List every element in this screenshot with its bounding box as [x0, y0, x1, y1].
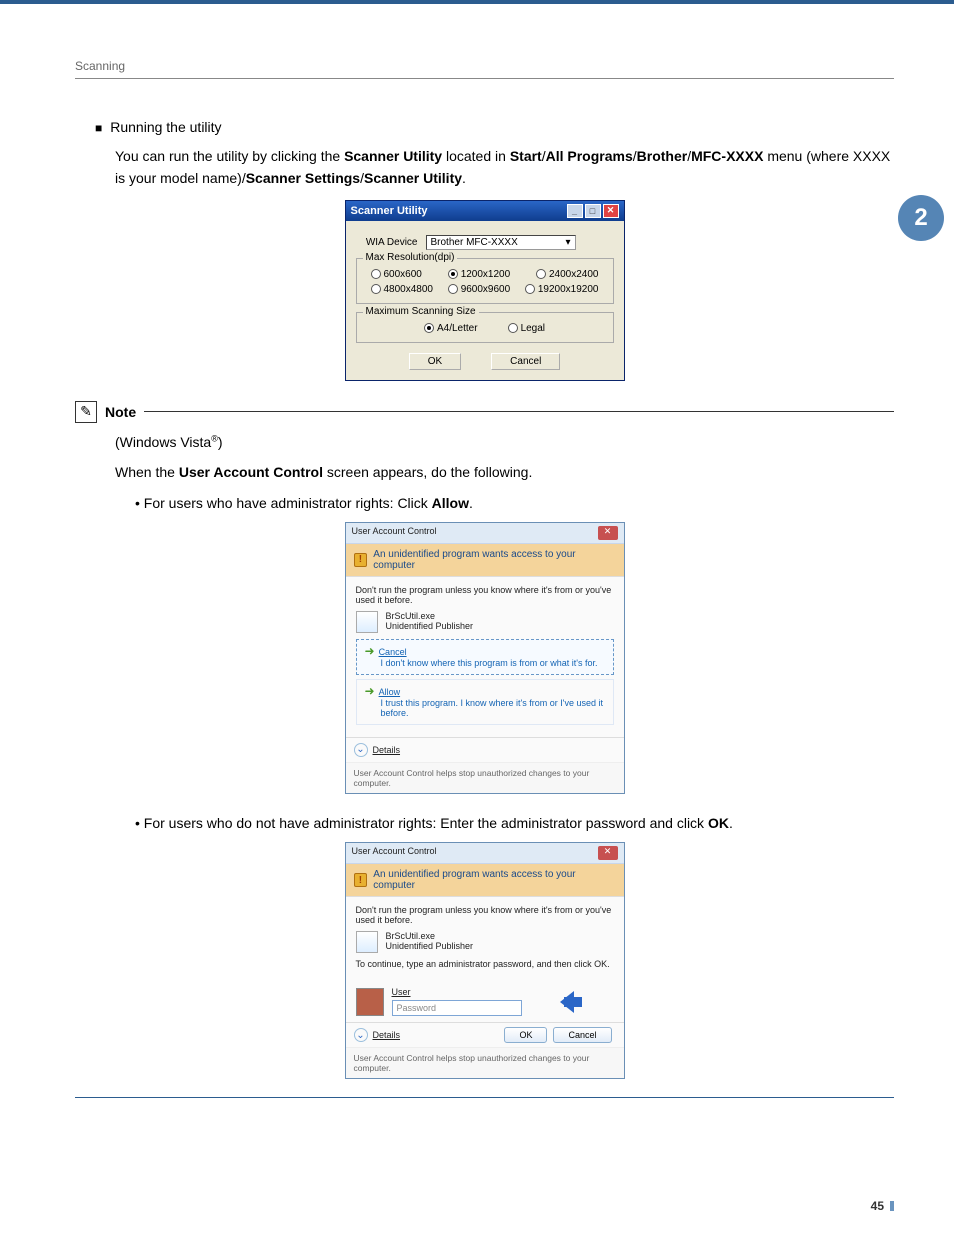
password-field[interactable]: Password: [392, 1000, 522, 1016]
note-vista: (Windows Vista®): [115, 431, 894, 453]
uac-details[interactable]: ⌄ Details: [346, 737, 624, 762]
chevron-down-icon: ⌄: [354, 743, 368, 757]
note-bullet-nonadmin: For users who do not have administrator …: [135, 812, 894, 834]
page-number-bar: [890, 1201, 894, 1211]
close-icon[interactable]: ✕: [598, 526, 618, 540]
uac-titlebar[interactable]: User Account Control ✕: [346, 843, 624, 864]
section-heading: Running the utility: [95, 119, 894, 135]
user-label: User: [392, 987, 522, 997]
ok-button[interactable]: OK: [409, 353, 461, 370]
content: Scanning Running the utility You can run…: [0, 4, 954, 1098]
note-bullet-admin: For users who have administrator rights:…: [135, 492, 894, 514]
arrow-icon: ➜: [365, 684, 375, 698]
avatar-icon: [356, 988, 384, 1016]
square-bullet: [95, 119, 110, 135]
uac-titlebar[interactable]: User Account Control ✕: [346, 523, 624, 544]
note-body: (Windows Vista®) When the User Account C…: [75, 431, 894, 1080]
resolution-group-title: Max Resolution(dpi): [363, 252, 458, 263]
radio-1200[interactable]: 1200x1200: [448, 269, 511, 280]
note-icon: ✎: [75, 401, 97, 423]
section-title: Running the utility: [110, 119, 221, 135]
close-icon[interactable]: ✕: [598, 846, 618, 860]
header-rule: [75, 78, 894, 79]
radio-2400[interactable]: 2400x2400: [536, 269, 599, 280]
page-number: 45: [871, 1199, 884, 1213]
note-rule: [144, 411, 894, 412]
chapter-tab: 2: [898, 195, 944, 241]
uac-allow-action[interactable]: ➜Allow I trust this program. I know wher…: [356, 679, 614, 725]
radio-legal[interactable]: Legal: [508, 323, 545, 334]
cancel-button[interactable]: Cancel: [553, 1027, 611, 1043]
shield-icon: !: [354, 873, 368, 887]
dialog-title: Scanner Utility: [351, 205, 428, 217]
uac-footer-text: User Account Control helps stop unauthor…: [346, 762, 624, 793]
uac-user-row: User Password: [356, 987, 614, 1016]
uac-dialog-password: User Account Control ✕ ! An unidentified…: [345, 842, 625, 1079]
uac-details[interactable]: ⌄ Details: [354, 1028, 401, 1042]
radio-4800[interactable]: 4800x4800: [371, 284, 434, 295]
radio-a4[interactable]: A4/Letter: [424, 323, 478, 334]
uac-cancel-action[interactable]: ➜Cancel I don't know where this program …: [356, 639, 614, 675]
chevron-down-icon: ⌄: [354, 1028, 368, 1042]
radio-600[interactable]: 600x600: [371, 269, 422, 280]
device-select[interactable]: Brother MFC-XXXX ▾: [426, 235, 576, 250]
uac-program: BrScUtil.exe Unidentified Publisher: [356, 611, 614, 633]
program-icon: [356, 611, 378, 633]
intro-paragraph: You can run the utility by clicking the …: [115, 145, 894, 190]
header-small: Scanning: [75, 59, 894, 73]
close-icon[interactable]: ✕: [603, 204, 619, 218]
uac-warning: Don't run the program unless you know wh…: [356, 585, 614, 605]
scanner-utility-dialog: Scanner Utility _ □ ✕ WIA Device Brother…: [345, 200, 625, 381]
ok-button[interactable]: OK: [504, 1027, 547, 1043]
size-group: Maximum Scanning Size A4/Letter Legal: [356, 312, 614, 343]
size-group-title: Maximum Scanning Size: [363, 306, 479, 317]
uac-banner: ! An unidentified program wants access t…: [346, 544, 624, 577]
shield-icon: !: [354, 553, 368, 567]
dialog-body: WIA Device Brother MFC-XXXX ▾ Max Resolu…: [346, 221, 624, 380]
uac-footer-text: User Account Control helps stop unauthor…: [346, 1047, 624, 1078]
program-icon: [356, 931, 378, 953]
note-title: Note: [105, 404, 136, 420]
note-uac-line: When the User Account Control screen app…: [115, 461, 894, 483]
uac-program: BrScUtil.exe Unidentified Publisher: [356, 931, 614, 953]
arrow-icon: ➜: [365, 644, 375, 658]
resolution-group: Max Resolution(dpi) 600x600 1200x1200 24…: [356, 258, 614, 304]
maximize-icon[interactable]: □: [585, 204, 601, 218]
uac-dialog-admin: User Account Control ✕ ! An unidentified…: [345, 522, 625, 794]
note-end-rule: [75, 1097, 894, 1098]
uac-banner: ! An unidentified program wants access t…: [346, 864, 624, 897]
cancel-button[interactable]: Cancel: [491, 353, 560, 370]
arrow-left-icon: [560, 989, 590, 1015]
dropdown-icon: ▾: [565, 237, 570, 248]
radio-19200[interactable]: 19200x19200: [525, 284, 599, 295]
radio-9600[interactable]: 9600x9600: [448, 284, 511, 295]
note-header: ✎ Note: [75, 401, 894, 423]
uac-warning: Don't run the program unless you know wh…: [356, 905, 614, 925]
minimize-icon[interactable]: _: [567, 204, 583, 218]
uac-continue-text: To continue, type an administrator passw…: [356, 959, 614, 969]
device-label: WIA Device: [356, 237, 426, 248]
dialog-titlebar[interactable]: Scanner Utility _ □ ✕: [346, 201, 624, 221]
